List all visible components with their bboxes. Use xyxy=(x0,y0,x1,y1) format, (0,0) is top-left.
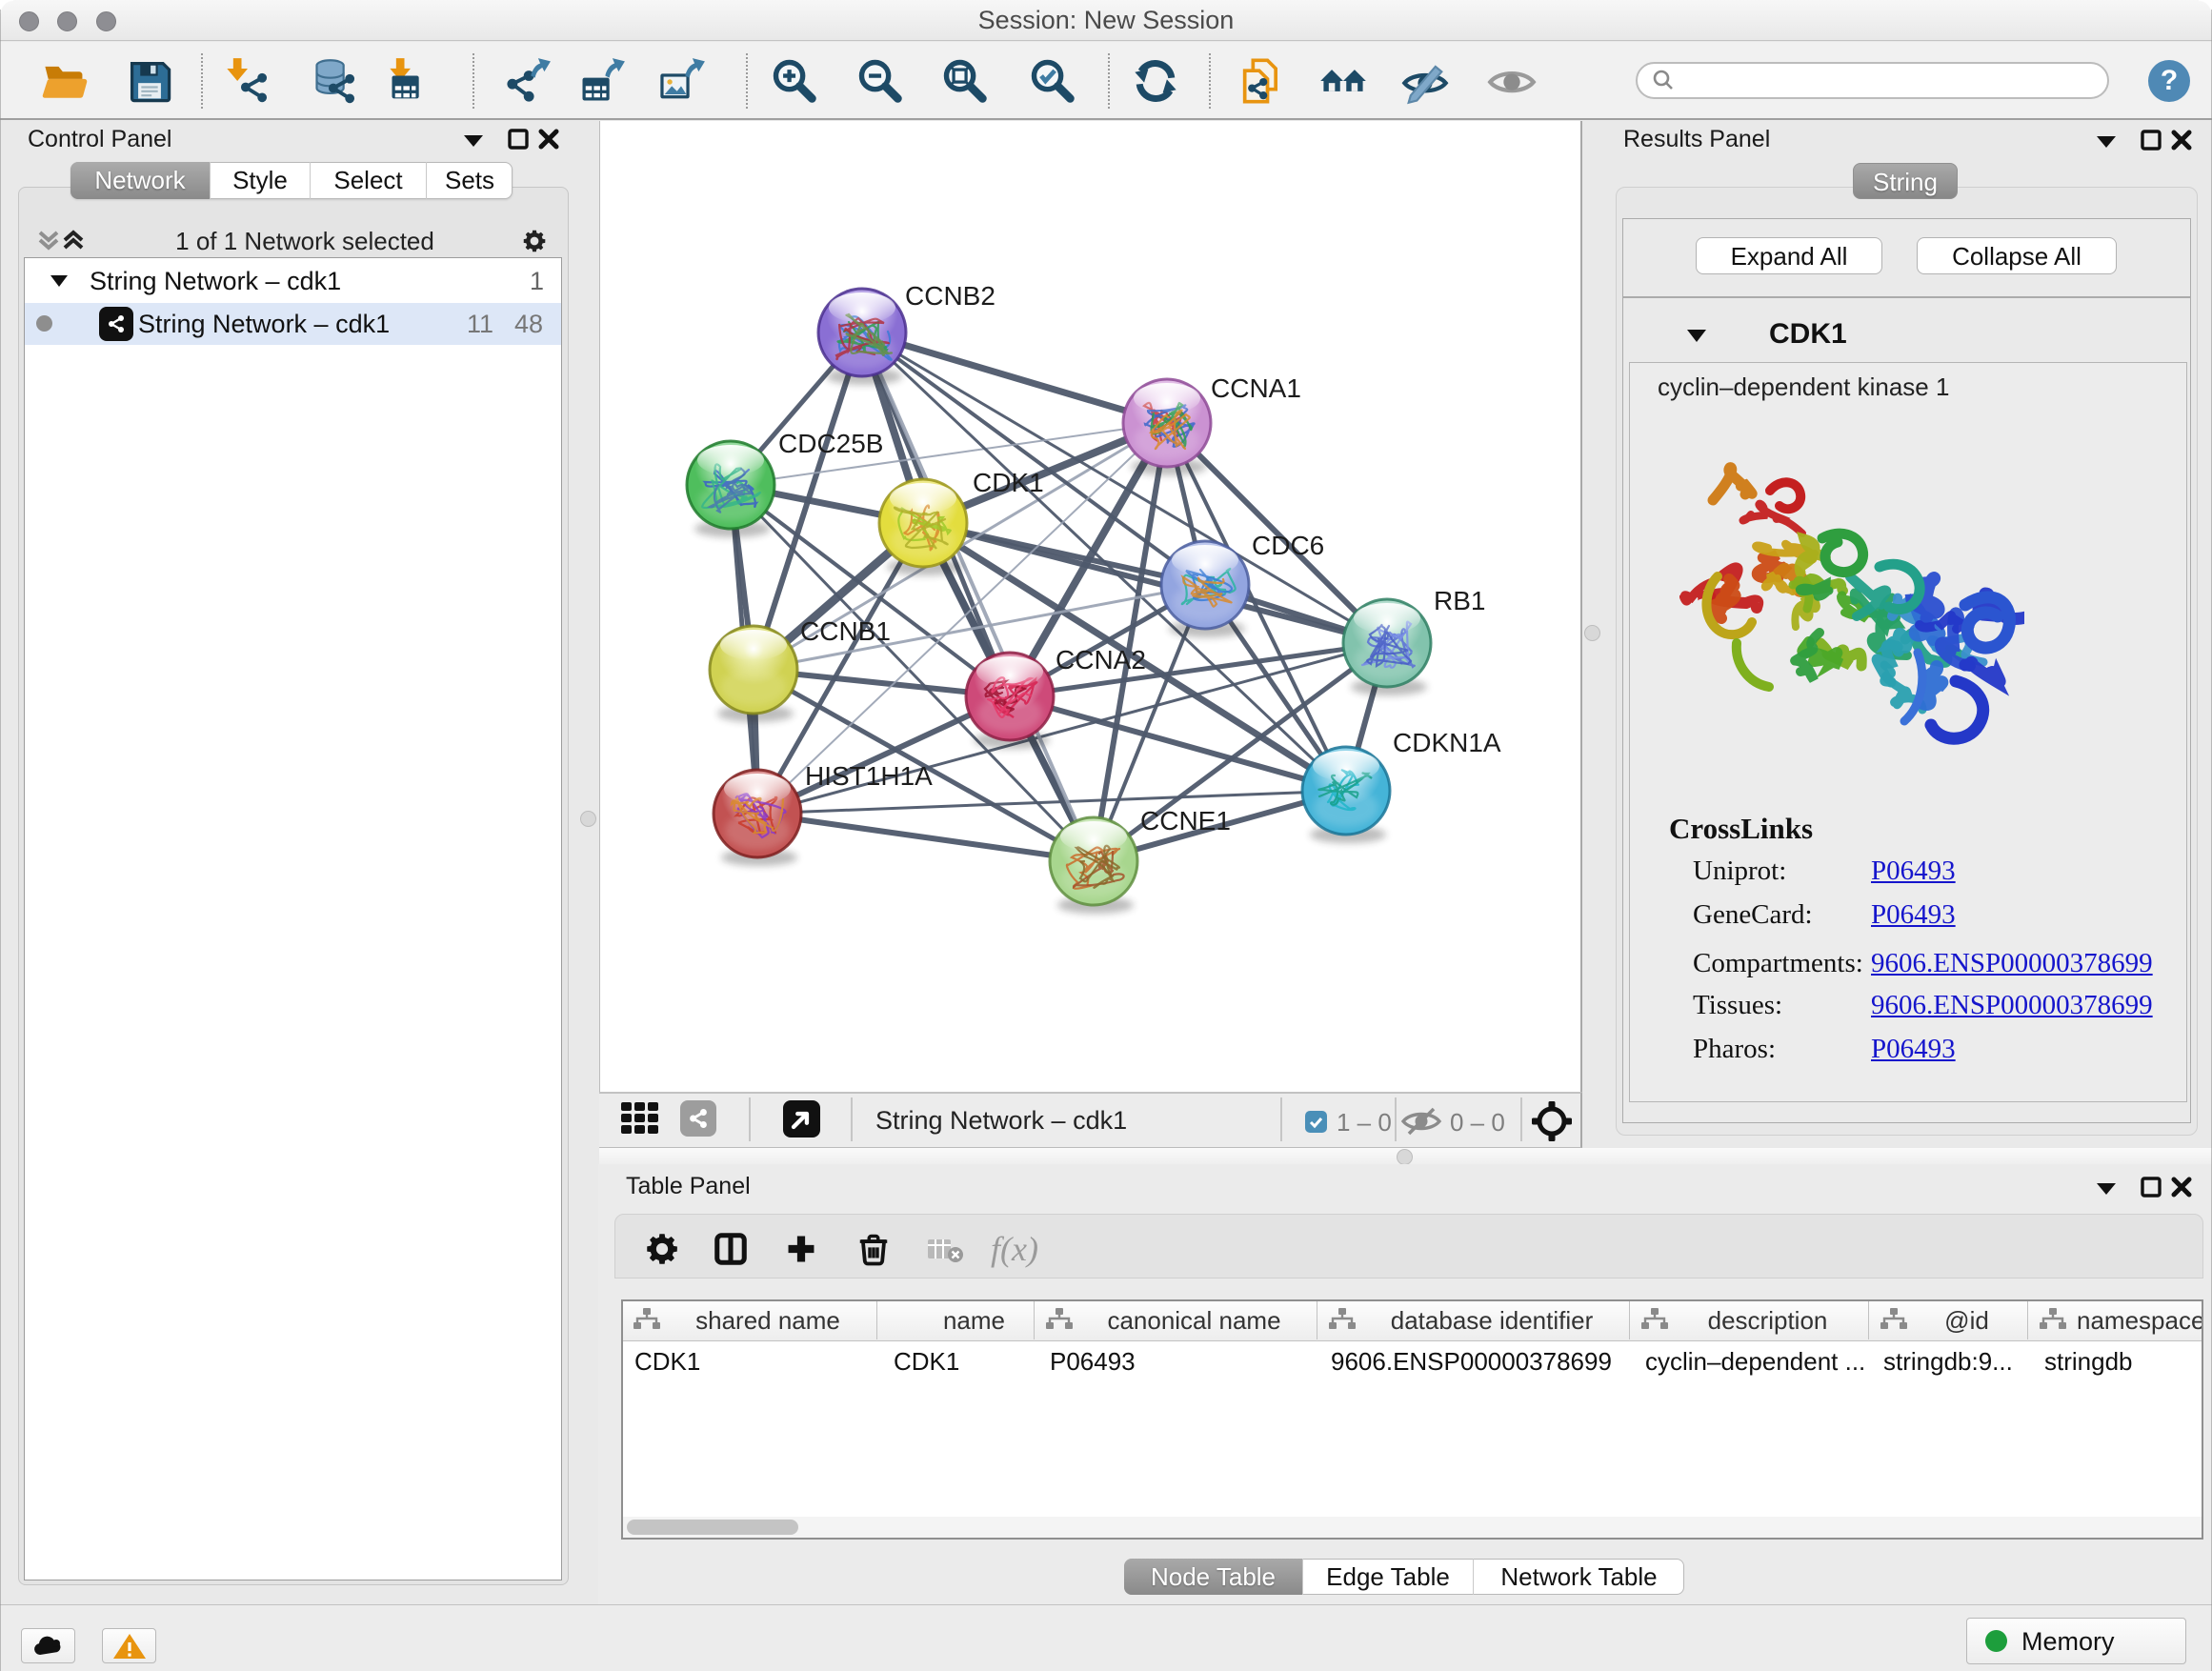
svg-text:CDKN1A: CDKN1A xyxy=(1393,728,1501,757)
svg-text:HIST1H1A: HIST1H1A xyxy=(805,761,933,791)
svg-text:CCNA1: CCNA1 xyxy=(1211,373,1301,403)
svg-text:RB1: RB1 xyxy=(1434,586,1485,615)
svg-text:CDC25B: CDC25B xyxy=(778,429,883,458)
svg-text:CCNA2: CCNA2 xyxy=(1056,645,1146,674)
svg-text:CCNE1: CCNE1 xyxy=(1140,806,1231,836)
svg-text:CDK1: CDK1 xyxy=(973,468,1044,497)
svg-text:CDC6: CDC6 xyxy=(1252,531,1324,560)
svg-text:CCNB1: CCNB1 xyxy=(800,616,891,646)
svg-text:CCNB2: CCNB2 xyxy=(905,281,995,311)
